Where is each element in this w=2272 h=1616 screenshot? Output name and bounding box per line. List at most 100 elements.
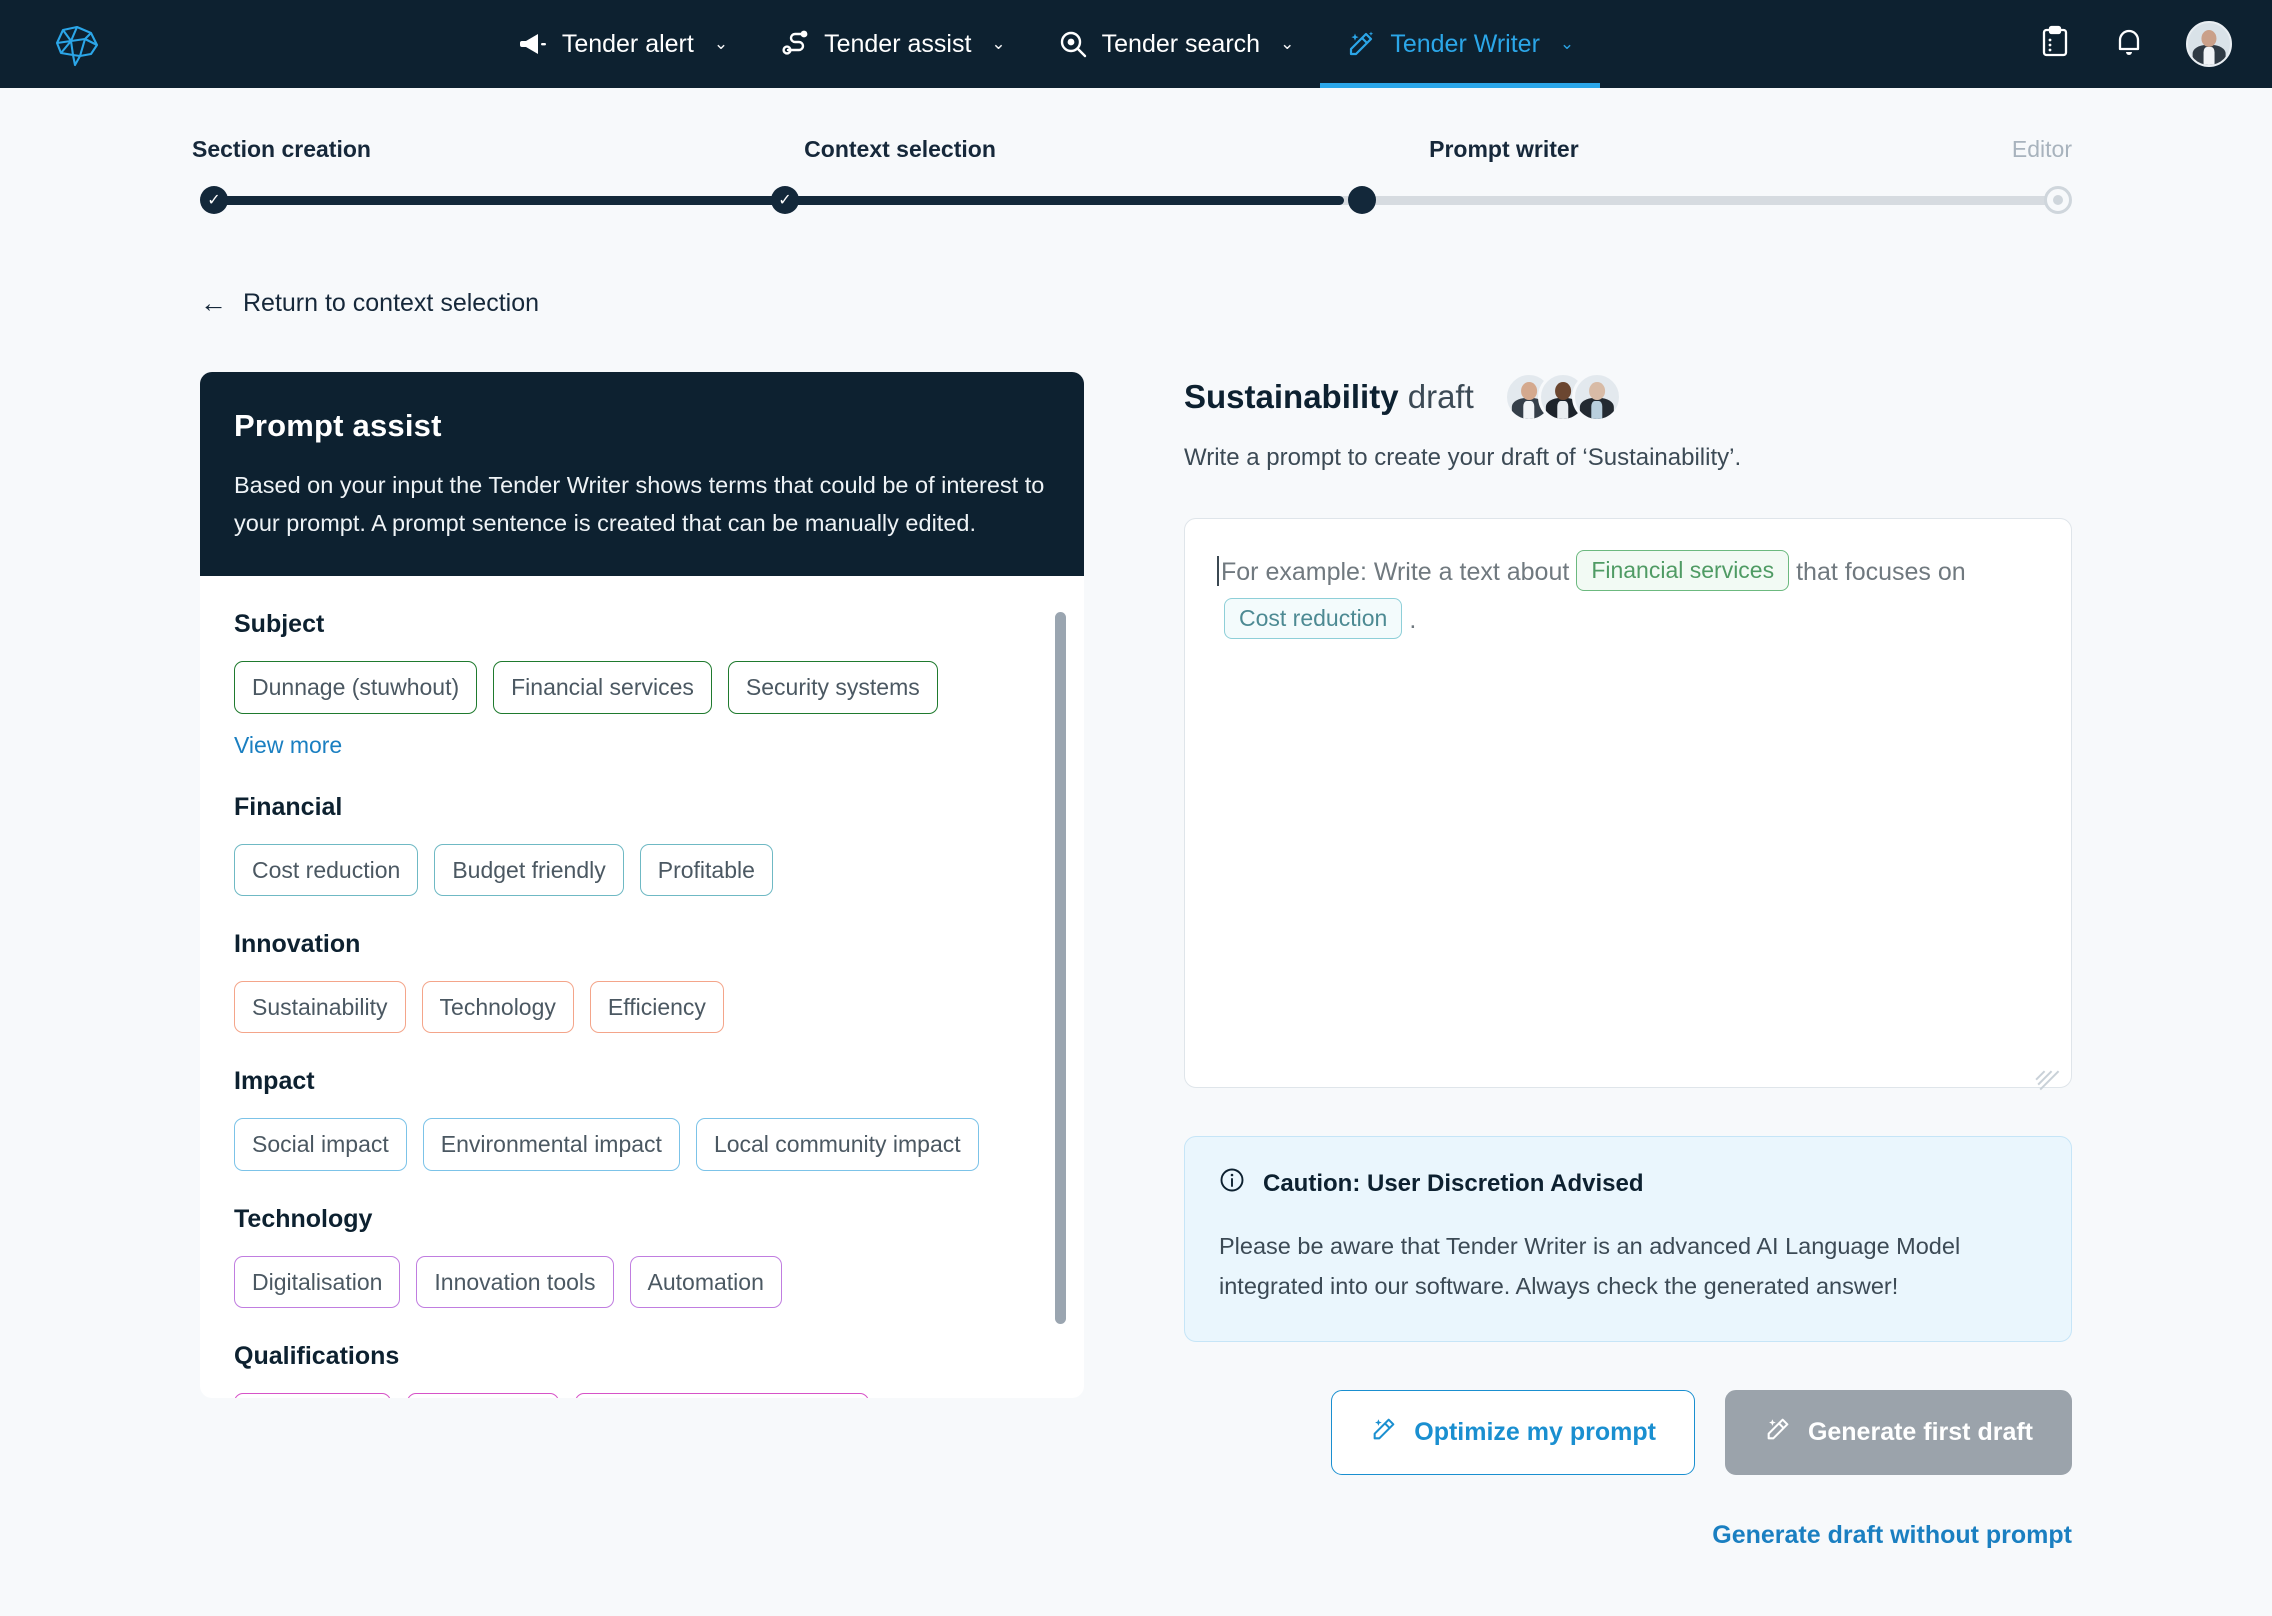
tag-group-title-subject: Subject (234, 610, 325, 639)
tag-chip[interactable]: Innovation tools (416, 1255, 614, 1309)
tag-group-subject: Dunnage (stuwhout) Financial services Se… (234, 661, 1020, 714)
page-title: Sustainability draft (1184, 378, 1474, 416)
collaborator-avatars[interactable] (1503, 372, 1622, 422)
nav-tab-tender-search[interactable]: Tender search ⌄ (1032, 0, 1321, 88)
tag-chip[interactable]: Budget friendly (434, 843, 624, 896)
tag-group-financial: Cost reduction Budget friendly Profitabl… (234, 843, 1020, 896)
tag-chip[interactable]: Efficiency (589, 981, 724, 1034)
caution-title: Caution: User Discretion Advised (1263, 1169, 1644, 1197)
tag-group-qualifications: Certification Experience Professional co… (234, 1393, 1020, 1399)
tag-group-innovation: Sustainability Technology Efficiency (234, 981, 1020, 1034)
tag-chip[interactable]: Security systems (727, 661, 938, 714)
tag-panel-scrollbar[interactable] (1055, 612, 1066, 1373)
tag-chip[interactable]: Experience (407, 1393, 559, 1399)
prompt-assist-title: Prompt assist (234, 408, 442, 443)
header-actions (1942, 0, 2272, 88)
magic-wand-icon (1346, 29, 1376, 59)
nav-label: Tender Writer (1390, 29, 1540, 58)
optimize-my-prompt-button[interactable]: Optimize my prompt (1331, 1389, 1695, 1475)
stepper-labels: Section creation Context selection Promp… (192, 136, 2072, 163)
tag-group-technology: Digitalisation Innovation tools Automati… (234, 1255, 1020, 1309)
user-avatar[interactable] (2186, 21, 2232, 67)
magic-wand-icon (1370, 1415, 1398, 1450)
prompt-assist-header: Prompt assist Based on your input the Te… (200, 372, 1084, 577)
tag-chip[interactable]: Certification (234, 1393, 392, 1399)
draft-title-light: draft (1398, 378, 1474, 415)
prompt-input[interactable]: For example: Write a text about Financial… (1184, 518, 2072, 1091)
prompt-text-after: . (1409, 605, 1417, 634)
nav-label: Tender assist (824, 29, 972, 58)
brain-logo-icon (55, 25, 99, 67)
tag-chip[interactable]: Automation (629, 1255, 782, 1309)
textarea-resize-handle[interactable] (2033, 1049, 2059, 1091)
chevron-down-icon[interactable]: ⌄ (1280, 34, 1294, 54)
bell-icon[interactable] (2112, 25, 2146, 64)
top-navigation-bar: Tender alert ⌄ Tender assist ⌄ Tender se… (0, 0, 2272, 88)
stepper-dot-editor[interactable] (2044, 186, 2072, 214)
nav-tab-tender-assist[interactable]: Tender assist ⌄ (754, 0, 1032, 88)
prompt-inline-chip-subject[interactable]: Financial services (1576, 550, 1790, 592)
stepper-dot-context-selection[interactable]: ✓ (770, 186, 799, 214)
stepper-dot-prompt-writer[interactable] (1347, 186, 1376, 214)
info-circle-icon (1219, 1167, 1245, 1200)
tag-groups-panel: Subject Dunnage (stuwhout) Financial ser… (200, 576, 1084, 1399)
stepper-label-context-selection: Context selection (804, 136, 996, 162)
tag-chip[interactable]: Professional competence (574, 1393, 869, 1399)
caution-heading: Caution: User Discretion Advised (1219, 1167, 2037, 1200)
draft-action-buttons: Optimize my prompt Generate first draft (1184, 1389, 2072, 1475)
tag-chip[interactable]: Financial services (493, 661, 712, 714)
chevron-down-icon[interactable]: ⌄ (714, 34, 728, 54)
tag-panel-scrollbar-thumb[interactable] (1055, 612, 1066, 1325)
text-caret (1217, 556, 1219, 586)
progress-stepper: Section creation Context selection Promp… (192, 88, 2072, 215)
tag-group-impact: Social impact Environmental impact Local… (234, 1118, 1020, 1171)
generate-button-label: Generate first draft (1807, 1417, 2033, 1446)
draft-panel: Sustainability draft Write a prompt to c… (1184, 372, 2072, 1550)
tag-group-title-impact: Impact (234, 1067, 315, 1096)
view-more-subject-link[interactable]: View more (234, 732, 342, 759)
prompt-placeholder: For example: Write a text about Financial… (1217, 549, 2039, 644)
tag-chip[interactable]: Cost reduction (234, 843, 419, 896)
clipboard-icon[interactable] (2038, 25, 2072, 64)
stepper-label-editor: Editor (2011, 136, 2072, 162)
nav-label: Tender search (1101, 29, 1261, 58)
generate-first-draft-button[interactable]: Generate first draft (1724, 1389, 2072, 1475)
prompt-text-before: For example: Write a text about (1221, 558, 1570, 586)
tag-chip[interactable]: Digitalisation (234, 1255, 401, 1309)
generate-draft-without-prompt-link[interactable]: Generate draft without prompt (1184, 1521, 2072, 1550)
chevron-down-icon[interactable]: ⌄ (1560, 34, 1574, 54)
stepper-label-prompt-writer: Prompt writer (1429, 136, 1579, 162)
draft-subtitle: Write a prompt to create your draft of ‘… (1184, 444, 1742, 471)
tag-chip[interactable]: Sustainability (234, 981, 406, 1034)
optimize-button-label: Optimize my prompt (1414, 1417, 1656, 1446)
return-to-context-selection-link[interactable]: ← Return to context selection (200, 289, 539, 318)
tag-group-title-technology: Technology (234, 1204, 373, 1233)
tag-chip[interactable]: Local community impact (695, 1118, 979, 1171)
app-logo[interactable] (0, 0, 150, 88)
stepper-dot-section-creation[interactable]: ✓ (200, 186, 228, 214)
caution-banner: Caution: User Discretion Advised Please … (1184, 1136, 2072, 1342)
draft-title-bold: Sustainability (1184, 378, 1399, 415)
tag-group-title-financial: Financial (234, 792, 343, 821)
return-link-label: Return to context selection (243, 289, 539, 317)
prompt-text-middle: that focuses on (1796, 558, 1966, 586)
tag-chip[interactable]: Dunnage (stuwhout) (234, 661, 478, 714)
prompt-inline-chip-financial[interactable]: Cost reduction (1224, 597, 1403, 639)
tag-chip[interactable]: Social impact (234, 1118, 407, 1171)
tag-groups-scroll-content: Subject Dunnage (stuwhout) Financial ser… (234, 610, 1050, 1399)
nav-tab-tender-alert[interactable]: Tender alert ⌄ (492, 0, 754, 88)
stepper-label-section-creation: Section creation (192, 136, 371, 162)
caution-body: Please be aware that Tender Writer is an… (1219, 1233, 1961, 1300)
tag-group-title-innovation: Innovation (234, 930, 361, 958)
nav-tab-tender-writer[interactable]: Tender Writer ⌄ (1320, 0, 1601, 88)
tag-chip[interactable]: Environmental impact (422, 1118, 680, 1171)
tag-chip[interactable]: Technology (421, 981, 574, 1034)
prompt-assist-description: Based on your input the Tender Writer sh… (234, 472, 1045, 537)
workflow-icon (780, 29, 810, 59)
arrow-left-icon: ← (200, 288, 227, 318)
tag-chip[interactable]: Profitable (639, 843, 773, 896)
tag-group-title-qualifications: Qualifications (234, 1342, 400, 1371)
avatar[interactable] (1571, 372, 1622, 422)
chevron-down-icon[interactable]: ⌄ (991, 34, 1005, 54)
megaphone-icon (518, 30, 548, 58)
